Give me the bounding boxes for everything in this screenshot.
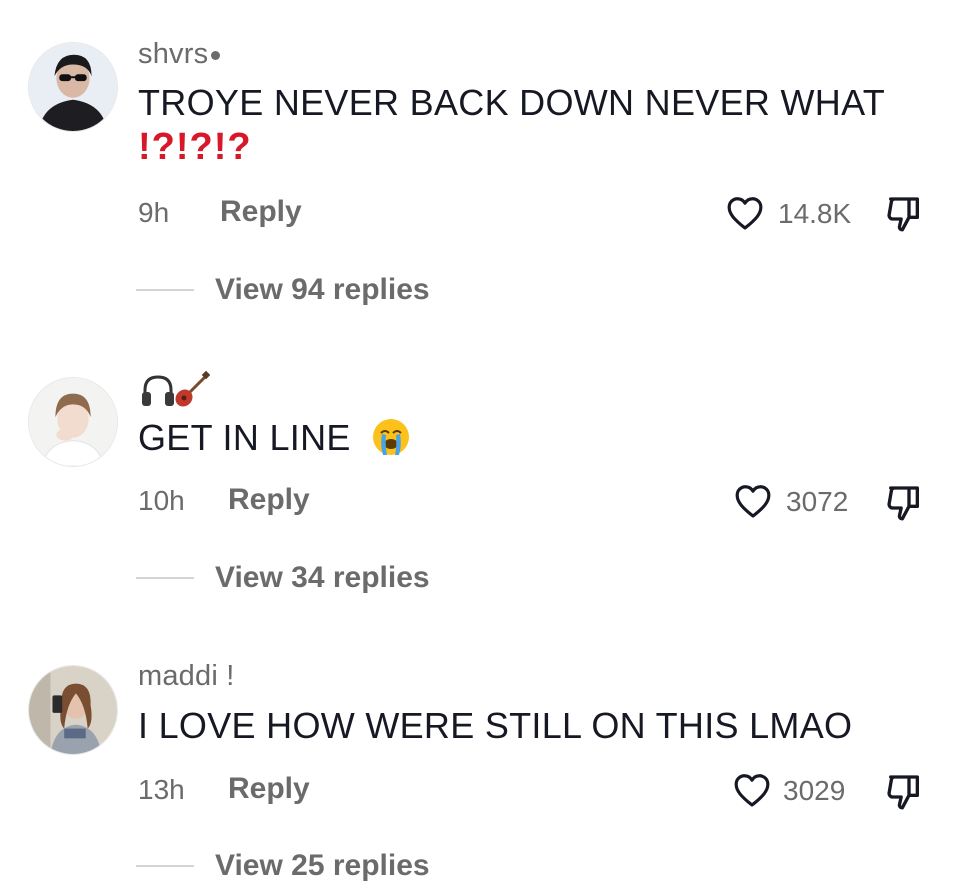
avatar[interactable]: [28, 377, 118, 467]
replies-divider: [136, 577, 194, 579]
comment-item: shvrs TROYE NEVER BACK DOWN NEVER WHAT !…: [0, 0, 960, 330]
avatar-sunglasses-person-icon: [29, 43, 117, 131]
reply-button[interactable]: Reply: [228, 483, 310, 517]
view-replies-button[interactable]: View 25 replies: [215, 849, 430, 883]
like-count: 14.8K: [778, 198, 852, 229]
exclamation-question-icon: !?!?!?: [138, 126, 252, 168]
guitar-icon: [175, 370, 211, 407]
dislike-icon[interactable]: [884, 194, 924, 234]
comment-body: GET IN LINE: [138, 417, 351, 458]
reply-button[interactable]: Reply: [228, 772, 310, 806]
heart-icon[interactable]: [726, 195, 764, 231]
comment-item: maddi ! I LOVE HOW WERE STILL ON THIS LM…: [0, 620, 960, 895]
view-replies-button[interactable]: View 94 replies: [215, 273, 430, 307]
heart-icon[interactable]: [733, 772, 771, 808]
username-text: shvrs: [138, 38, 209, 70]
comment-time: 9h: [138, 197, 170, 228]
replies-divider: [136, 289, 194, 291]
comment-body: I LOVE HOW WERE STILL ON THIS LMAO: [138, 705, 853, 746]
status-dot: [211, 50, 221, 60]
dislike-icon[interactable]: [884, 483, 924, 523]
reply-button[interactable]: Reply: [220, 195, 302, 229]
comment-item: GET IN LINE 10h Reply 3072 View 34 repli…: [0, 330, 960, 620]
replies-divider: [136, 865, 194, 867]
heart-icon[interactable]: [734, 483, 772, 519]
avatar-person-hand-on-cheek-icon: [29, 378, 117, 466]
avatar-mirror-selfie-icon: [29, 666, 117, 754]
avatar[interactable]: [28, 42, 118, 132]
dislike-icon[interactable]: [884, 772, 924, 812]
loudly-crying-face-icon: [373, 419, 410, 456]
avatar[interactable]: [28, 665, 118, 755]
comment-time: 10h: [138, 485, 185, 516]
like-count: 3072: [786, 486, 849, 517]
comment-text: I LOVE HOW WERE STILL ON THIS LMAO: [138, 704, 852, 748]
username[interactable]: maddi !: [138, 660, 235, 693]
comment-text: TROYE NEVER BACK DOWN NEVER WHAT !?!?!?: [138, 81, 898, 169]
comment-time: 13h: [138, 774, 185, 805]
view-replies-button[interactable]: View 34 replies: [215, 561, 430, 595]
comment-text: GET IN LINE: [138, 416, 411, 460]
comment-body: TROYE NEVER BACK DOWN NEVER WHAT: [138, 82, 886, 123]
username[interactable]: shvrs: [138, 38, 221, 71]
like-count: 3029: [783, 775, 846, 806]
username-badges[interactable]: [138, 370, 218, 410]
